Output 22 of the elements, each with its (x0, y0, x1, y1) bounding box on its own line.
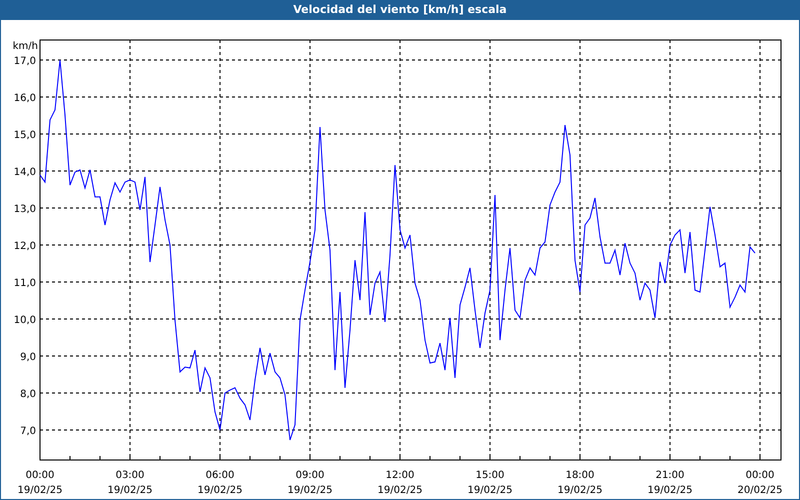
y-tick-label: 15,0 (14, 130, 36, 141)
x-tick-label: 15:00 19/02/25 (468, 470, 512, 496)
y-tick-label: 9,0 (20, 352, 36, 364)
y-tick-label: 11,0 (14, 278, 36, 289)
x-tick-label: 06:00 19/02/25 (198, 470, 242, 496)
y-tick-label: 16,0 (14, 92, 36, 104)
y-axis-unit: km/h (12, 41, 38, 52)
y-tick-label: 12,0 (14, 241, 36, 252)
x-tick-label: 00:00 19/02/25 (18, 470, 62, 496)
x-tick-label: 21:00 19/02/25 (648, 470, 692, 496)
y-tick-label: 17,0 (14, 56, 36, 67)
y-tick-label: 13,0 (14, 204, 36, 215)
window-title: Velocidad del viento [km/h] escala (293, 2, 507, 18)
y-tick-label: 10,0 (14, 315, 36, 326)
x-tick-label: 12:00 19/02/25 (378, 470, 422, 496)
y-tick-label: 14,0 (14, 167, 36, 178)
y-tick-label: 8,0 (20, 389, 36, 400)
x-tick-label: 00:00 20/02/25 (738, 470, 782, 496)
x-tick-label: 18:00 19/02/25 (558, 470, 602, 496)
y-tick-label: 7,0 (20, 426, 36, 438)
x-tick-label: 09:00 19/02/25 (288, 470, 332, 496)
x-tick-label: 03:00 19/02/25 (108, 470, 152, 496)
